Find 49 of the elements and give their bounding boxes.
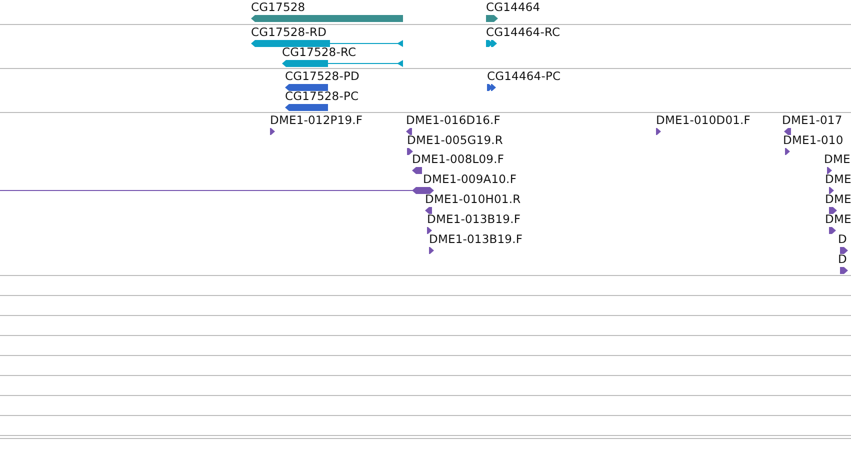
feature-label: CG17528-RC xyxy=(282,45,356,59)
feature-label: DME xyxy=(825,192,851,206)
exon-pair-glyph[interactable] xyxy=(487,84,496,91)
feature-label: CG14464-RC xyxy=(486,25,560,39)
feature-label: DME1-005G19.R xyxy=(407,133,503,147)
feature-label: DME xyxy=(825,172,851,186)
feature-label: DME1-010 xyxy=(783,133,844,147)
feature-label: DME xyxy=(824,152,850,166)
est-glyph[interactable] xyxy=(785,148,790,155)
transcript-glyph[interactable] xyxy=(282,60,403,67)
feature-label: CG17528-PC xyxy=(285,89,359,103)
feature-label: DME1-016D16.F xyxy=(406,113,501,127)
feature-label: DME1-009A10.F xyxy=(423,172,517,186)
est-glyph[interactable] xyxy=(827,167,832,174)
feature-label: DME xyxy=(825,212,851,226)
est-glyph[interactable] xyxy=(829,207,837,214)
est-glyph[interactable] xyxy=(840,247,848,254)
feature-label: D xyxy=(838,232,847,246)
feature-label: DME1-010D01.F xyxy=(656,113,751,127)
exon-pair-glyph[interactable] xyxy=(486,40,497,47)
feature-label: DME1-013B19.F xyxy=(427,212,521,226)
protein-glyph[interactable] xyxy=(285,104,328,111)
gene-glyph[interactable] xyxy=(486,15,498,22)
est-glyph[interactable] xyxy=(429,247,434,254)
est-glyph[interactable] xyxy=(407,148,413,155)
est-glyph[interactable] xyxy=(784,128,791,135)
feature-label: CG17528 xyxy=(251,0,306,14)
feature-label: CG17528-PD xyxy=(285,69,360,83)
feature-label: D xyxy=(838,252,847,266)
feature-label: DME1-012P19.F xyxy=(270,113,363,127)
est-glyph[interactable] xyxy=(425,207,432,214)
feature-label: DME1-017 xyxy=(782,113,842,127)
feature-label: DME1-013B19.F xyxy=(429,232,523,246)
feature-label: CG14464 xyxy=(486,0,540,14)
est-glyph[interactable] xyxy=(412,167,422,174)
est-glyph[interactable] xyxy=(427,227,432,234)
est-spliced-glyph[interactable] xyxy=(0,187,434,194)
feature-label: DME1-010H01.R xyxy=(425,192,521,206)
est-glyph[interactable] xyxy=(406,128,412,135)
protein-glyph[interactable] xyxy=(285,84,328,91)
feature-label: DME1-008L09.F xyxy=(412,152,504,166)
est-glyph[interactable] xyxy=(829,187,834,194)
transcript-glyph[interactable] xyxy=(251,40,403,47)
est-glyph[interactable] xyxy=(270,128,275,135)
est-glyph[interactable] xyxy=(840,267,848,274)
est-glyph[interactable] xyxy=(829,227,836,234)
feature-label: CG17528-RD xyxy=(251,25,327,39)
est-glyph[interactable] xyxy=(656,128,661,135)
feature-label: CG14464-PC xyxy=(487,69,561,83)
